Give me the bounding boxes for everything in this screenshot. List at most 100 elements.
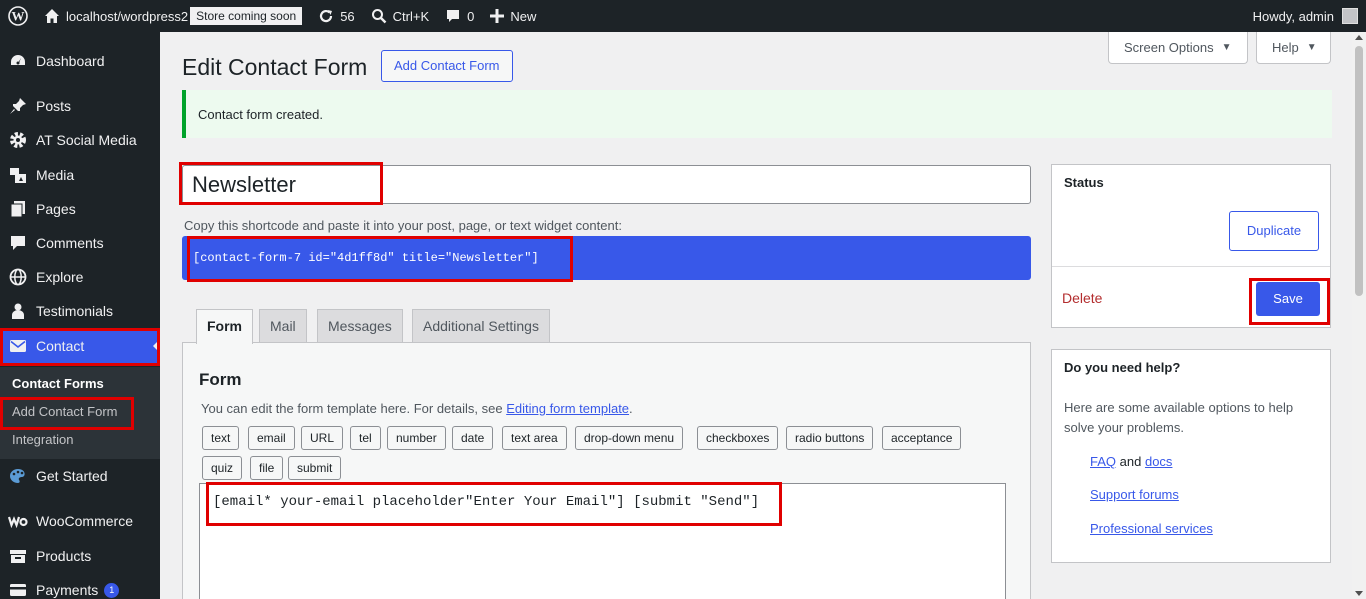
add-contact-form-button[interactable]: Add Contact Form [381,50,513,82]
site-name: localhost/wordpress2 [66,8,189,24]
payments-count-badge: 1 [104,582,120,598]
form-title-input[interactable]: Newsletter [182,165,1031,204]
sidebar-item-products[interactable]: Products [0,539,160,573]
tag-button-number[interactable]: number [387,426,446,450]
sidebar-item-label: AT Social Media [36,132,137,148]
sidebar-item-label: Contact [36,338,85,354]
screen-options-button[interactable]: Screen Options ▼ [1108,32,1248,64]
delete-link[interactable]: Delete [1062,290,1102,306]
page-scrollbar[interactable] [1352,32,1366,599]
professional-services-link[interactable]: Professional services [1090,521,1213,536]
archive-icon [0,547,36,565]
tab-messages[interactable]: Messages [317,309,403,343]
store-status-badge[interactable]: Store coming soon [190,7,303,25]
tab-additional-settings[interactable]: Additional Settings [412,309,550,343]
sidebar-item-contact[interactable]: Contact [0,329,160,363]
new-content-link[interactable]: New [482,0,544,32]
duplicate-button[interactable]: Duplicate [1229,211,1319,251]
help-label: Help [1272,40,1299,55]
sidebar-item-label: Pages [36,201,76,217]
sidebar-item-dashboard[interactable]: Dashboard [0,44,160,78]
tag-button-radio-buttons[interactable]: radio buttons [786,426,874,450]
sidebar-item-label: Products [36,548,92,564]
caret-down-icon: ▼ [1306,42,1317,53]
tag-button-acceptance[interactable]: acceptance [882,426,962,450]
comment-icon [445,8,461,24]
panel-description: You can edit the form template here. For… [201,401,633,416]
sidebar-item-label: Media [36,167,75,183]
comments-link[interactable]: 0 [437,0,482,32]
sidebar-item-comments[interactable]: Comments [0,226,160,260]
save-button[interactable]: Save [1256,282,1320,316]
docs-link[interactable]: docs [1145,454,1172,469]
main-content: Edit Contact Form Add Contact Form Scree… [160,32,1352,599]
person-icon [0,302,36,320]
sidebar-item-pages[interactable]: Pages [0,192,160,226]
tag-button-quiz[interactable]: quiz [202,456,243,480]
scroll-down-icon[interactable] [1355,591,1363,596]
caret-down-icon: ▼ [1221,42,1232,53]
sidebar-item-at-social-media[interactable]: AT Social Media [0,123,160,157]
avatar [1342,8,1358,24]
admin-sidebar: Dashboard Posts AT Social Media Media Pa… [0,32,160,599]
pages-icon [0,200,36,218]
tag-button-text[interactable]: text [202,426,240,450]
sidebar-item-explore[interactable]: Explore [0,260,160,294]
pin-icon [0,97,36,115]
faq-link[interactable]: FAQ [1090,454,1116,469]
submenu-contact-forms[interactable]: Contact Forms [12,376,104,391]
sidebar-item-label: WooCommerce [36,513,133,529]
scrollbar-thumb[interactable] [1355,46,1363,296]
dashboard-icon [0,52,36,70]
scroll-up-icon[interactable] [1355,35,1363,40]
account-menu[interactable]: Howdy, admin [1253,0,1358,32]
tag-button-url[interactable]: URL [301,426,344,450]
search-icon [371,8,387,24]
tag-button-file[interactable]: file [250,456,284,480]
tag-button-email[interactable]: email [248,426,295,450]
tab-form[interactable]: Form [196,309,253,344]
refresh-icon [318,8,334,24]
status-box-title: Status [1064,175,1104,190]
wordpress-logo-icon[interactable]: W [0,0,36,32]
shortcode-label: Copy this shortcode and paste it into yo… [184,218,622,233]
sidebar-item-posts[interactable]: Posts [0,89,160,123]
page-title: Edit Contact Form [182,54,368,80]
sidebar-item-get-started[interactable]: Get Started [0,459,160,493]
panel-description-text: You can edit the form template here. For… [201,401,507,416]
tag-button-text-area[interactable]: text area [502,426,567,450]
sidebar-item-label: Get Started [36,468,108,484]
tag-button-drop-down-menu[interactable]: drop-down menu [575,426,684,450]
updates-link[interactable]: 56 [310,0,362,32]
support-forums-link[interactable]: Support forums [1090,487,1179,502]
admin-bar: W localhost/wordpress2 Store coming soon… [0,0,1366,32]
editing-form-template-link[interactable]: Editing form template [506,401,629,416]
site-name-link[interactable]: localhost/wordpress2 Store coming soon [36,0,310,32]
sidebar-item-label: Dashboard [36,53,105,69]
tag-button-submit[interactable]: submit [288,456,342,480]
sidebar-item-media[interactable]: Media [0,158,160,192]
help-button[interactable]: Help ▼ [1256,32,1331,64]
sidebar-item-label: Testimonials [36,303,114,319]
success-notice: Contact form created. [182,90,1332,138]
greeting: Howdy, admin [1252,8,1334,24]
new-label: New [510,8,537,24]
tag-button-date[interactable]: date [452,426,494,450]
globe-icon [0,268,36,286]
tab-mail[interactable]: Mail [259,309,307,343]
submenu-integration[interactable]: Integration [12,432,73,447]
palette-icon [0,467,36,485]
help-box-text: Here are some available options to help … [1064,400,1294,435]
sidebar-item-woocommerce[interactable]: WooCommerce [0,504,160,538]
sidebar-item-testimonials[interactable]: Testimonials [0,294,160,328]
plus-icon [490,9,505,23]
panel-title: Form [199,370,242,389]
faq-docs-line: FAQ and docs [1090,454,1172,469]
form-template-code: [email* your-email placeholder"Enter You… [213,494,760,510]
search-link[interactable]: Ctrl+K [363,0,437,32]
sidebar-item-payments[interactable]: Payments 1 [0,573,160,599]
tag-button-tel[interactable]: tel [350,426,381,450]
woo-icon [0,514,36,528]
submenu-add-contact-form[interactable]: Add Contact Form [12,404,118,419]
tag-button-checkboxes[interactable]: checkboxes [697,426,779,450]
